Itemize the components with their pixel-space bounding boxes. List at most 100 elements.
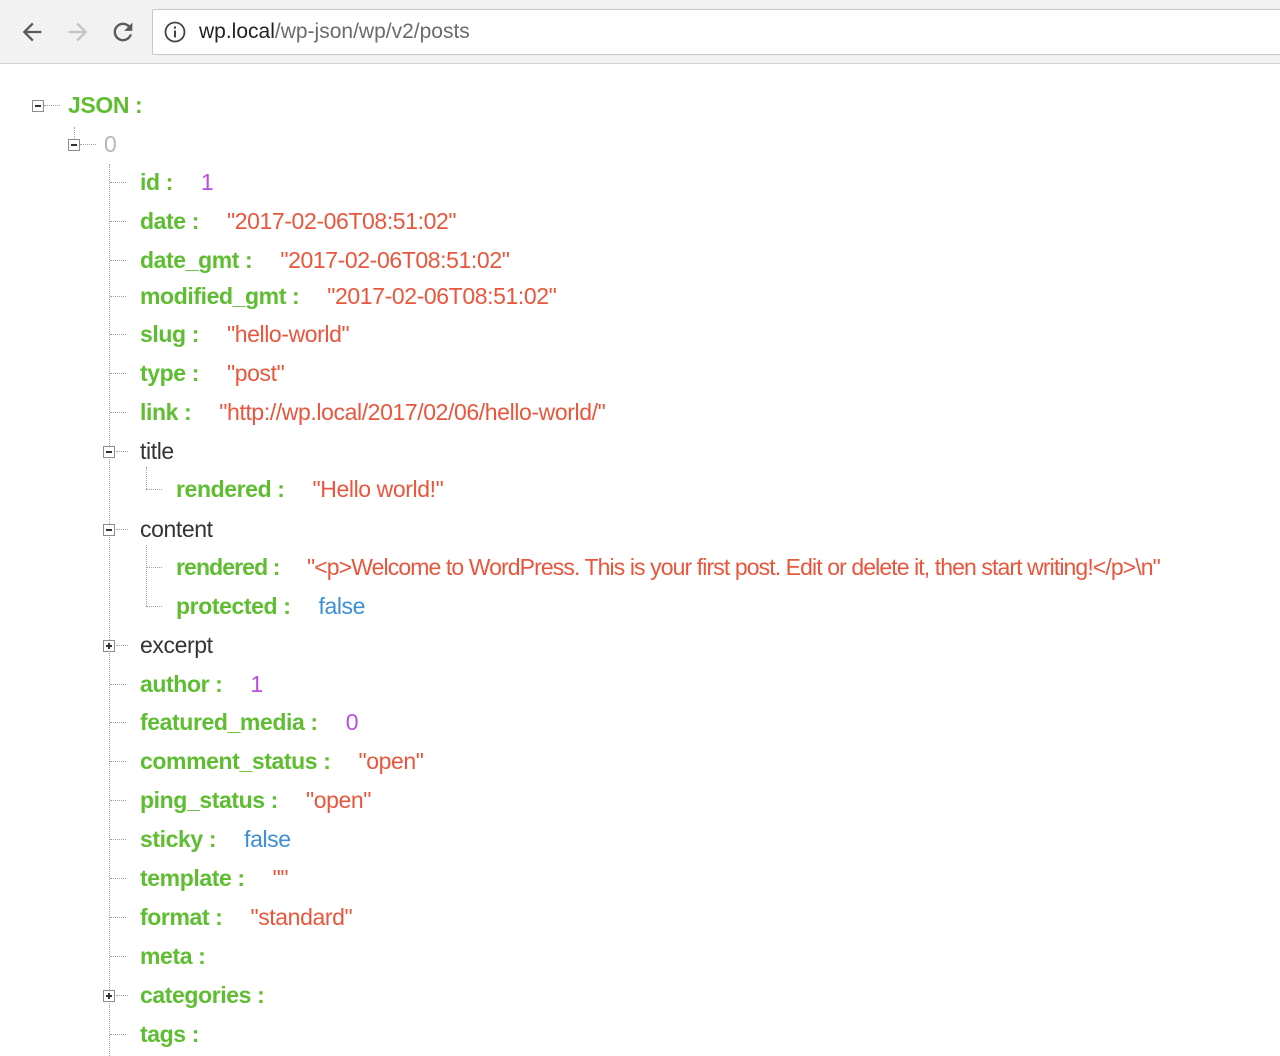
json-row-modified-gmt: modified_gmt : "2017-02-06T08:51:02" <box>140 281 557 311</box>
json-value: "<p>Welcome to WordPress. This is your f… <box>307 554 1161 580</box>
url-host: wp.local <box>199 20 275 43</box>
json-row-title-rendered: rendered : "Hello world!" <box>176 474 444 504</box>
tree-guide-line <box>44 105 60 106</box>
json-row-content-protected: protected : false <box>176 591 365 621</box>
json-colon: : <box>323 748 331 774</box>
tree-guide-line <box>110 182 126 183</box>
json-value: false <box>318 593 366 619</box>
tree-guide-line <box>80 144 96 145</box>
json-row-slug: slug : "hello-world" <box>140 319 350 349</box>
tree-guide-line <box>146 567 162 568</box>
json-key: type <box>140 360 186 386</box>
tree-guide-line <box>110 260 126 261</box>
arrow-left-icon <box>22 22 42 42</box>
json-root-row: JSON : <box>68 90 143 120</box>
json-object-key: excerpt <box>140 632 213 658</box>
json-key: tags <box>140 1021 186 1047</box>
tree-guide-line <box>110 1034 126 1035</box>
reload-button[interactable] <box>105 14 141 50</box>
json-colon: : <box>135 92 143 118</box>
collapse-toggle-content[interactable] <box>103 524 115 536</box>
json-key: comment_status <box>140 748 318 774</box>
json-row-categories: categories : <box>140 980 286 1010</box>
json-key: meta <box>140 943 193 969</box>
tree-guide-line <box>110 878 126 879</box>
tree-guide-line <box>110 839 126 840</box>
url-text[interactable]: wp.local/wp-json/wp/v2/posts <box>199 10 470 54</box>
tree-guide-line <box>110 296 126 297</box>
tree-guide-line <box>110 334 126 335</box>
forward-button[interactable] <box>60 14 96 50</box>
tree-guide-line <box>110 373 126 374</box>
json-colon: : <box>208 826 217 852</box>
tree-guide-line <box>110 800 126 801</box>
json-row-template: template : "" <box>140 863 289 893</box>
tree-guide-line <box>116 995 128 996</box>
json-value: "2017-02-06T08:51:02" <box>226 208 457 234</box>
json-row-content: content <box>140 514 213 544</box>
json-tree-viewer: JSON : 0 id : 1 date : "2017-02-06T08:51… <box>0 63 1280 1056</box>
json-row-link: link : "http://wp.local/2017/02/06/hello… <box>140 397 606 427</box>
arrow-right-icon <box>68 22 88 42</box>
tree-guide-line <box>110 761 126 762</box>
json-colon: : <box>270 787 279 813</box>
tree-guide-line <box>110 684 126 685</box>
tree-guide-line <box>116 645 128 646</box>
json-colon: : <box>272 554 281 580</box>
json-value: "open" <box>358 748 424 774</box>
info-icon[interactable] <box>164 21 186 43</box>
json-value: "2017-02-06T08:51:02" <box>327 283 557 309</box>
json-value: "post" <box>226 360 285 386</box>
json-row-comment-status: comment_status : "open" <box>140 746 424 776</box>
json-key: protected <box>176 593 278 619</box>
json-key: rendered <box>176 554 268 580</box>
browser-toolbar: wp.local/wp-json/wp/v2/posts <box>0 0 1280 64</box>
collapse-toggle-item-0[interactable] <box>68 139 80 151</box>
expand-toggle-categories[interactable] <box>103 990 115 1002</box>
json-key: template <box>140 865 232 891</box>
collapse-toggle-json[interactable] <box>32 100 44 112</box>
json-row-author: author : 1 <box>140 669 263 699</box>
tree-guide-line <box>110 412 126 413</box>
json-root-label: JSON <box>68 92 130 118</box>
json-object-key: content <box>140 516 213 542</box>
json-row-tags: tags : <box>140 1019 221 1049</box>
back-button[interactable] <box>14 14 50 50</box>
json-row-ping-status: ping_status : "open" <box>140 785 371 815</box>
json-key: format <box>140 904 210 930</box>
json-key: modified_gmt <box>140 283 286 309</box>
json-value: "standard" <box>250 904 353 930</box>
json-value: 0 <box>345 709 359 735</box>
address-bar[interactable]: wp.local/wp-json/wp/v2/posts <box>152 9 1280 55</box>
json-row-sticky: sticky : false <box>140 824 291 854</box>
reload-icon <box>113 22 133 42</box>
json-colon: : <box>191 360 200 386</box>
url-path: /wp-json/wp/v2/posts <box>274 20 470 43</box>
json-key: rendered <box>176 476 272 502</box>
json-row-meta: meta : <box>140 941 227 971</box>
json-key: id <box>140 169 160 195</box>
json-key: categories <box>140 982 252 1008</box>
json-row-content-rendered: rendered : "<p>Welcome to WordPress. Thi… <box>176 552 1161 582</box>
json-row-featured-media: featured_media : 0 <box>140 707 359 737</box>
json-item-row: 0 <box>104 129 117 159</box>
expand-toggle-excerpt[interactable] <box>103 640 115 652</box>
json-key: sticky <box>140 826 203 852</box>
json-value: "hello-world" <box>226 321 350 347</box>
json-colon: : <box>215 671 223 697</box>
json-key: date_gmt <box>140 247 240 273</box>
json-value: "open" <box>305 787 372 813</box>
json-value: 1 <box>200 169 214 195</box>
json-row-format: format : "standard" <box>140 902 353 932</box>
collapse-toggle-title[interactable] <box>103 446 115 458</box>
json-key: link <box>140 399 179 425</box>
json-key: featured_media <box>140 709 305 735</box>
json-key: ping_status <box>140 787 265 813</box>
json-colon: : <box>191 1021 200 1047</box>
json-value: 1 <box>250 671 263 697</box>
json-key: date <box>140 208 186 234</box>
json-colon: : <box>283 593 291 619</box>
json-colon: : <box>215 904 223 930</box>
json-colon: : <box>191 321 200 347</box>
tree-guide-line <box>116 529 128 530</box>
